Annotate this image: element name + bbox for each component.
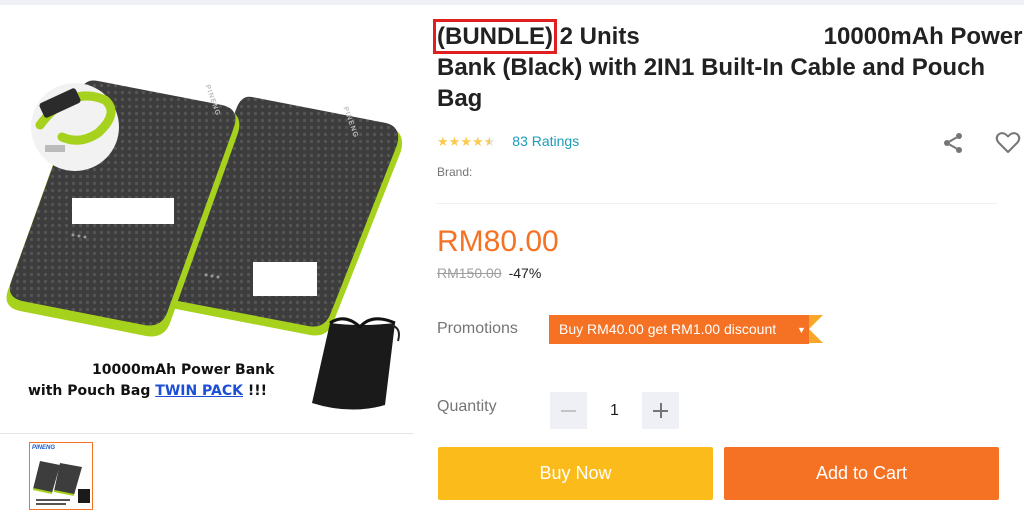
image-caption-exclaim: !!! [247,383,268,399]
star-icon: ★ [460,133,472,149]
star-icon: ★ [448,133,461,149]
title-capacity: 10000mAh [823,23,944,50]
image-caption-line1: 10000mAh Power Bank [92,362,275,378]
original-price: RM150.00 [437,265,502,281]
section-divider [437,203,997,204]
quantity-value[interactable]: 1 [587,392,642,429]
promotions-label: Promotions [437,320,518,337]
title-units: 2 Units [559,23,640,50]
chevron-down-icon: ▼ [797,325,806,335]
half-star-icon: ★ [483,133,496,149]
main-product-image[interactable]: PINENG PINENG 10000mAh Power Bank with P… [0,5,414,430]
brand-line: Brand: [437,165,473,179]
promotion-tag-tail [809,315,823,343]
heart-icon[interactable] [995,131,1021,155]
thumbnail-image [32,461,90,505]
image-caption-line2: with Pouch Bag TWIN PACK !!! [28,383,267,399]
image-caption-prefix: with Pouch Bag [28,383,151,399]
quantity-label: Quantity [437,398,497,415]
product-title: (BUNDLE) 2 Units 10000mAh Power Bank (Bla… [433,19,1023,114]
ratings-link[interactable]: 83 Ratings [512,133,579,149]
share-icon[interactable] [941,131,965,155]
buy-now-button[interactable]: Buy Now [438,447,713,500]
promotion-dropdown[interactable]: Buy RM40.00 get RM1.00 discount ▼ [549,315,825,344]
quantity-increase-button[interactable] [642,392,679,429]
thumbnail-brand: PINENG [32,445,56,451]
discount-percent: -47% [508,265,542,281]
gallery-divider [0,433,414,434]
thumbnail-1[interactable]: PINENG [29,442,93,510]
product-gallery: PINENG PINENG 10000mAh Power Bank with P… [0,5,414,514]
original-price-row: RM150.00 -47% [437,265,541,281]
add-to-cart-button[interactable]: Add to Cart [724,447,999,500]
promotion-text: Buy RM40.00 get RM1.00 discount [549,315,809,344]
star-icon: ★ [471,133,484,149]
star-icon: ★ [437,133,449,149]
image-caption-twin-pack: TWIN PACK [155,383,243,399]
product-info: (BUNDLE) 2 Units 10000mAh Power Bank (Bla… [433,5,1024,514]
rating-stars: ★ ★ ★ ★ ★ [437,135,495,148]
quantity-decrease-button[interactable] [550,392,587,429]
plus-icon [659,403,662,418]
current-price: RM80.00 [437,225,559,258]
rating-row: ★ ★ ★ ★ ★ 83 Ratings [437,132,579,150]
minus-icon [561,409,576,412]
title-bundle-highlight: (BUNDLE) [433,19,557,54]
